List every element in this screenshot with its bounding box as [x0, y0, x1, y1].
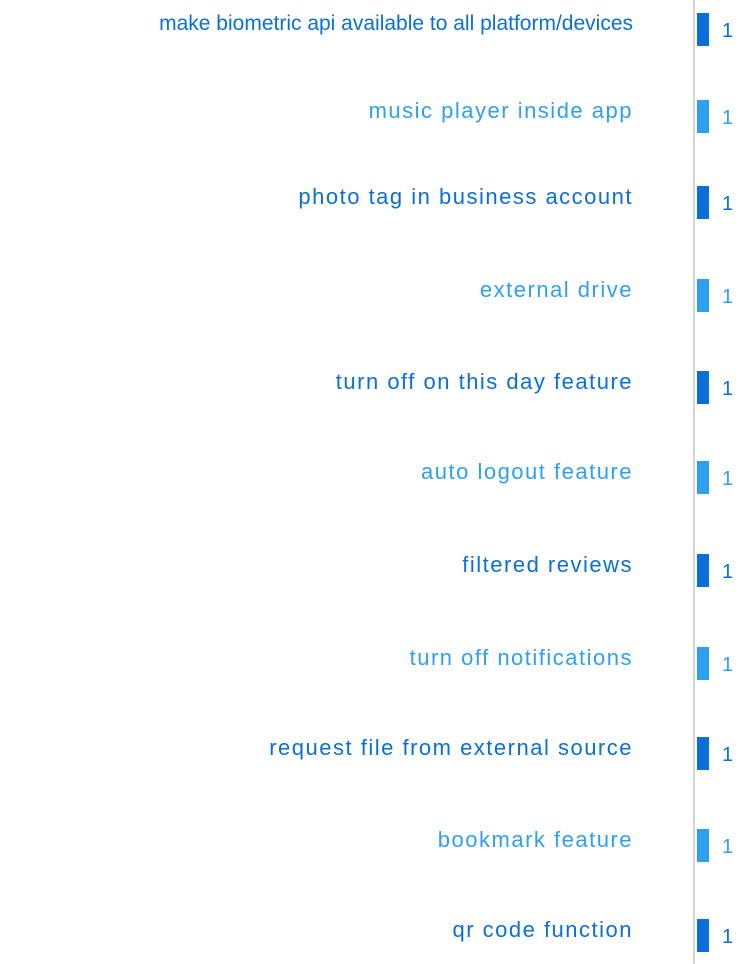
category-label: qr code function: [452, 917, 633, 942]
bar-row: qr code function 1: [0, 910, 741, 952]
bar: [697, 279, 709, 312]
bar-row: bookmark feature 1: [0, 820, 741, 862]
category-label: filtered reviews: [462, 552, 633, 577]
value-label: 1: [722, 468, 734, 490]
value-label: 1: [722, 20, 734, 42]
bar-row: make biometric api available to all plat…: [0, 4, 741, 46]
value-label: 1: [722, 193, 734, 215]
value-label: 1: [722, 286, 734, 308]
category-label: photo tag in business account: [298, 184, 633, 209]
category-label: request file from external source: [269, 735, 633, 760]
value-label: 1: [722, 378, 734, 400]
feature-request-bar-chart: make biometric api available to all plat…: [0, 0, 741, 964]
value-label: 1: [722, 926, 734, 948]
bar: [697, 186, 709, 219]
bar-row: turn off notifications 1: [0, 638, 741, 680]
bar-row: turn off on this day feature 1: [0, 362, 741, 404]
value-label: 1: [722, 107, 734, 129]
category-label: auto logout feature: [421, 459, 633, 484]
category-label: bookmark feature: [437, 827, 633, 852]
category-label: music player inside app: [368, 98, 633, 123]
bar: [697, 919, 709, 952]
bar: [697, 737, 709, 770]
bar: [697, 829, 709, 862]
bar: [697, 554, 709, 587]
bar-row: music player inside app 1: [0, 91, 741, 133]
bar-row: photo tag in business account 1: [0, 177, 741, 219]
bar: [697, 100, 709, 133]
bar-row: filtered reviews 1: [0, 545, 741, 587]
bar-row: external drive 1: [0, 270, 741, 312]
bar: [697, 461, 709, 494]
value-label: 1: [722, 744, 734, 766]
category-label: turn off on this day feature: [335, 369, 633, 394]
value-label: 1: [722, 836, 734, 858]
value-label: 1: [722, 561, 734, 583]
bar: [697, 13, 709, 46]
bar: [697, 371, 709, 404]
bar-row: auto logout feature 1: [0, 452, 741, 494]
bar-row: request file from external source 1: [0, 728, 741, 770]
bar: [697, 647, 709, 680]
category-label: turn off notifications: [409, 645, 633, 670]
category-label: external drive: [479, 277, 633, 302]
value-label: 1: [722, 654, 734, 676]
category-label: make biometric api available to all plat…: [159, 12, 633, 35]
